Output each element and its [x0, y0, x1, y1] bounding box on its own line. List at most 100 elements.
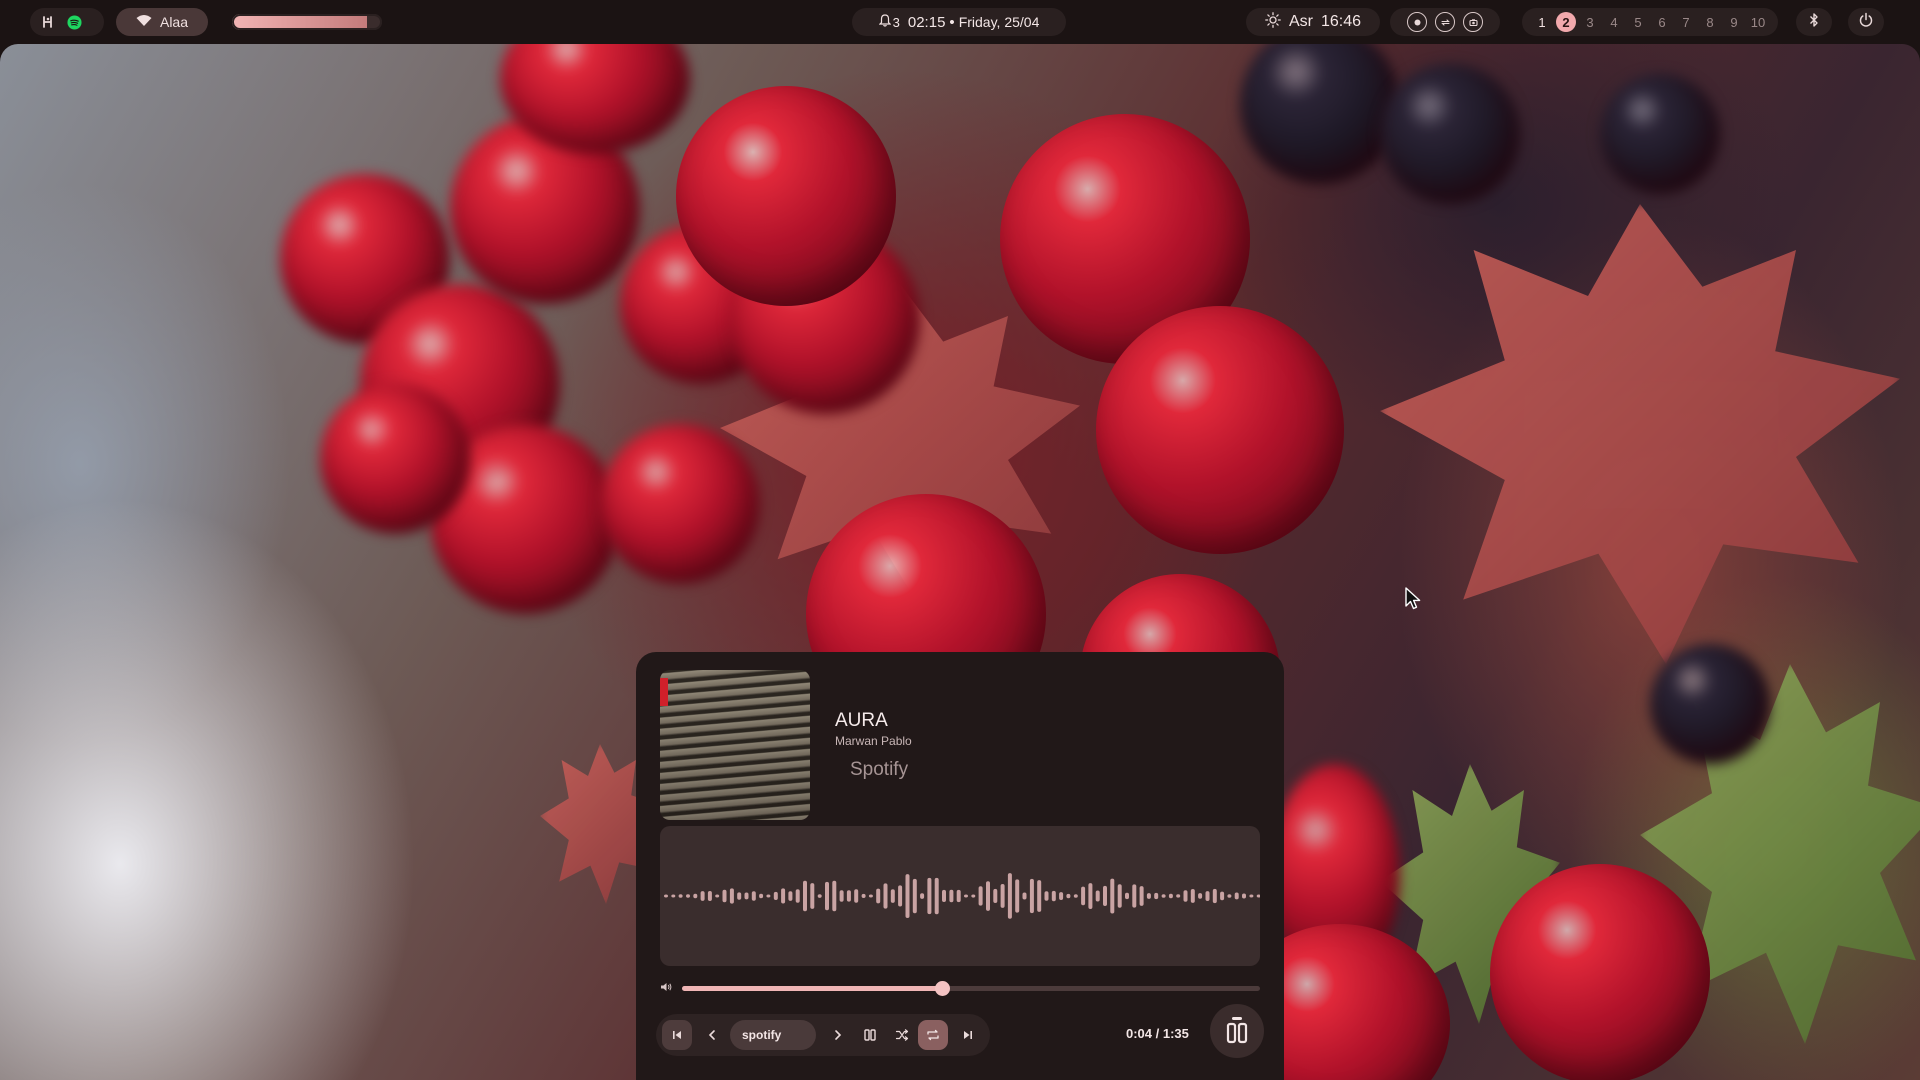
waveform-bar: [912, 878, 917, 914]
waveform-bar: [1190, 889, 1195, 903]
waveform-bar: [1022, 892, 1027, 900]
wallpaper-leaf: [1380, 204, 1900, 664]
prayer-time-widget[interactable]: Asr 16:46: [1246, 8, 1380, 36]
waveform-bar: [825, 881, 829, 911]
seek-bar-handle[interactable]: [935, 981, 951, 996]
seek-bar[interactable]: [682, 981, 1260, 996]
clock-date: Friday, 25/04: [958, 14, 1040, 30]
bluetooth-button[interactable]: [1796, 8, 1832, 36]
date-separator: •: [949, 13, 955, 31]
network-button[interactable]: Alaa: [116, 8, 208, 36]
waveform-bar: [1044, 891, 1049, 901]
waveform-bar: [883, 883, 888, 909]
waveform-bar: [1059, 892, 1064, 900]
workspace-3[interactable]: 3: [1580, 12, 1600, 32]
wallpaper-berry: [676, 86, 896, 306]
waveform-bar: [1110, 878, 1115, 914]
waveform-bar: [664, 894, 668, 898]
waveform-bar: [1007, 873, 1012, 919]
workspace-5[interactable]: 5: [1628, 12, 1648, 32]
sync-icon[interactable]: [1435, 12, 1455, 32]
waveform-bar: [1168, 893, 1173, 899]
wallpaper-berry: [1096, 306, 1344, 554]
notification-count: 3: [892, 14, 900, 30]
waveform-bar: [1154, 892, 1159, 900]
waveform-bar: [1139, 886, 1144, 906]
waveform-bar: [964, 894, 968, 898]
wallpaper-berry: [600, 424, 760, 584]
waveform-bar: [942, 889, 946, 902]
waveform-bar: [1256, 894, 1260, 898]
mouse-cursor: [1405, 587, 1421, 610]
waveform-bar: [803, 880, 807, 912]
waveform: [664, 873, 1260, 919]
system-tray-left: [30, 8, 104, 36]
waveform-bar: [898, 885, 903, 907]
workspace-6[interactable]: 6: [1652, 12, 1672, 32]
next-player-button[interactable]: [826, 1023, 850, 1047]
hyprland-icon[interactable]: [36, 10, 60, 34]
previous-player-button[interactable]: [700, 1023, 724, 1047]
waveform-bar: [949, 889, 954, 903]
screen-record-icon[interactable]: [1407, 12, 1427, 32]
wifi-icon: [136, 14, 152, 30]
play-pause-button[interactable]: [1210, 1004, 1264, 1058]
waveform-bar: [1081, 886, 1086, 906]
workspace-8[interactable]: 8: [1700, 12, 1720, 32]
workspace-7[interactable]: 7: [1676, 12, 1696, 32]
waveform-bar: [1198, 893, 1203, 899]
seek-bar-progress: [682, 986, 943, 991]
waveform-bar: [1051, 890, 1056, 902]
track-title: AURA: [835, 710, 888, 731]
waveform-bar: [832, 880, 837, 912]
waveform-bar: [1125, 892, 1129, 900]
waveform-bar: [678, 894, 683, 898]
wallpaper-berry: [320, 384, 470, 534]
volume-icon[interactable]: [660, 981, 674, 995]
wallpaper-berry: [1490, 864, 1710, 1080]
spotify-icon[interactable]: [62, 10, 86, 34]
next-track-button[interactable]: [956, 1023, 980, 1047]
waveform-bar: [1161, 894, 1166, 898]
power-button[interactable]: [1848, 8, 1884, 36]
clock-widget[interactable]: 3 02:15 • Friday, 25/04: [852, 8, 1066, 36]
shuffle-button[interactable]: [890, 1023, 914, 1047]
waveform-bar: [861, 893, 866, 898]
waveform-bar: [1029, 878, 1034, 914]
waveform-bar: [1095, 890, 1100, 902]
waveform-bar: [1227, 894, 1232, 898]
waveform-bar: [766, 894, 771, 898]
repeat-button[interactable]: [918, 1020, 948, 1050]
workspace-9[interactable]: 9: [1724, 12, 1744, 32]
audio-visualizer: [660, 826, 1260, 966]
waveform-bar: [986, 881, 990, 911]
power-icon: [1858, 12, 1874, 33]
waveform-bar: [817, 894, 822, 898]
waveform-bar: [788, 891, 793, 901]
workspace-2[interactable]: 2: [1556, 12, 1576, 32]
wallpaper-berry: [1600, 74, 1720, 194]
waveform-bar: [1066, 893, 1071, 899]
waveform-bar: [759, 893, 764, 899]
waveform-bar: [1103, 885, 1107, 906]
waveform-bar: [876, 888, 881, 904]
waveform-bar: [707, 891, 712, 901]
waveform-bar: [927, 877, 932, 915]
waveform-bar: [846, 890, 851, 902]
waveform-bar: [1183, 890, 1188, 902]
previous-track-button[interactable]: [662, 1020, 692, 1050]
brightness-slider[interactable]: [232, 14, 382, 30]
wallpaper-berry: [1380, 64, 1520, 204]
top-bar: Alaa 3 02:15 • Friday, 25/04 Asr 16:46 1…: [0, 0, 1920, 44]
workspace-1[interactable]: 1: [1532, 12, 1552, 32]
waveform-bar: [1220, 891, 1225, 901]
workspace-10[interactable]: 10: [1748, 12, 1768, 32]
player-selector[interactable]: spotify: [730, 1020, 816, 1050]
screenshot-icon[interactable]: [1463, 12, 1483, 32]
pause-icon[interactable]: [858, 1023, 882, 1047]
notification-bell-icon: [878, 14, 892, 30]
waveform-bar: [1242, 893, 1246, 899]
track-artist: Marwan Pablo: [835, 734, 912, 748]
waveform-bar: [722, 889, 727, 903]
workspace-4[interactable]: 4: [1604, 12, 1624, 32]
